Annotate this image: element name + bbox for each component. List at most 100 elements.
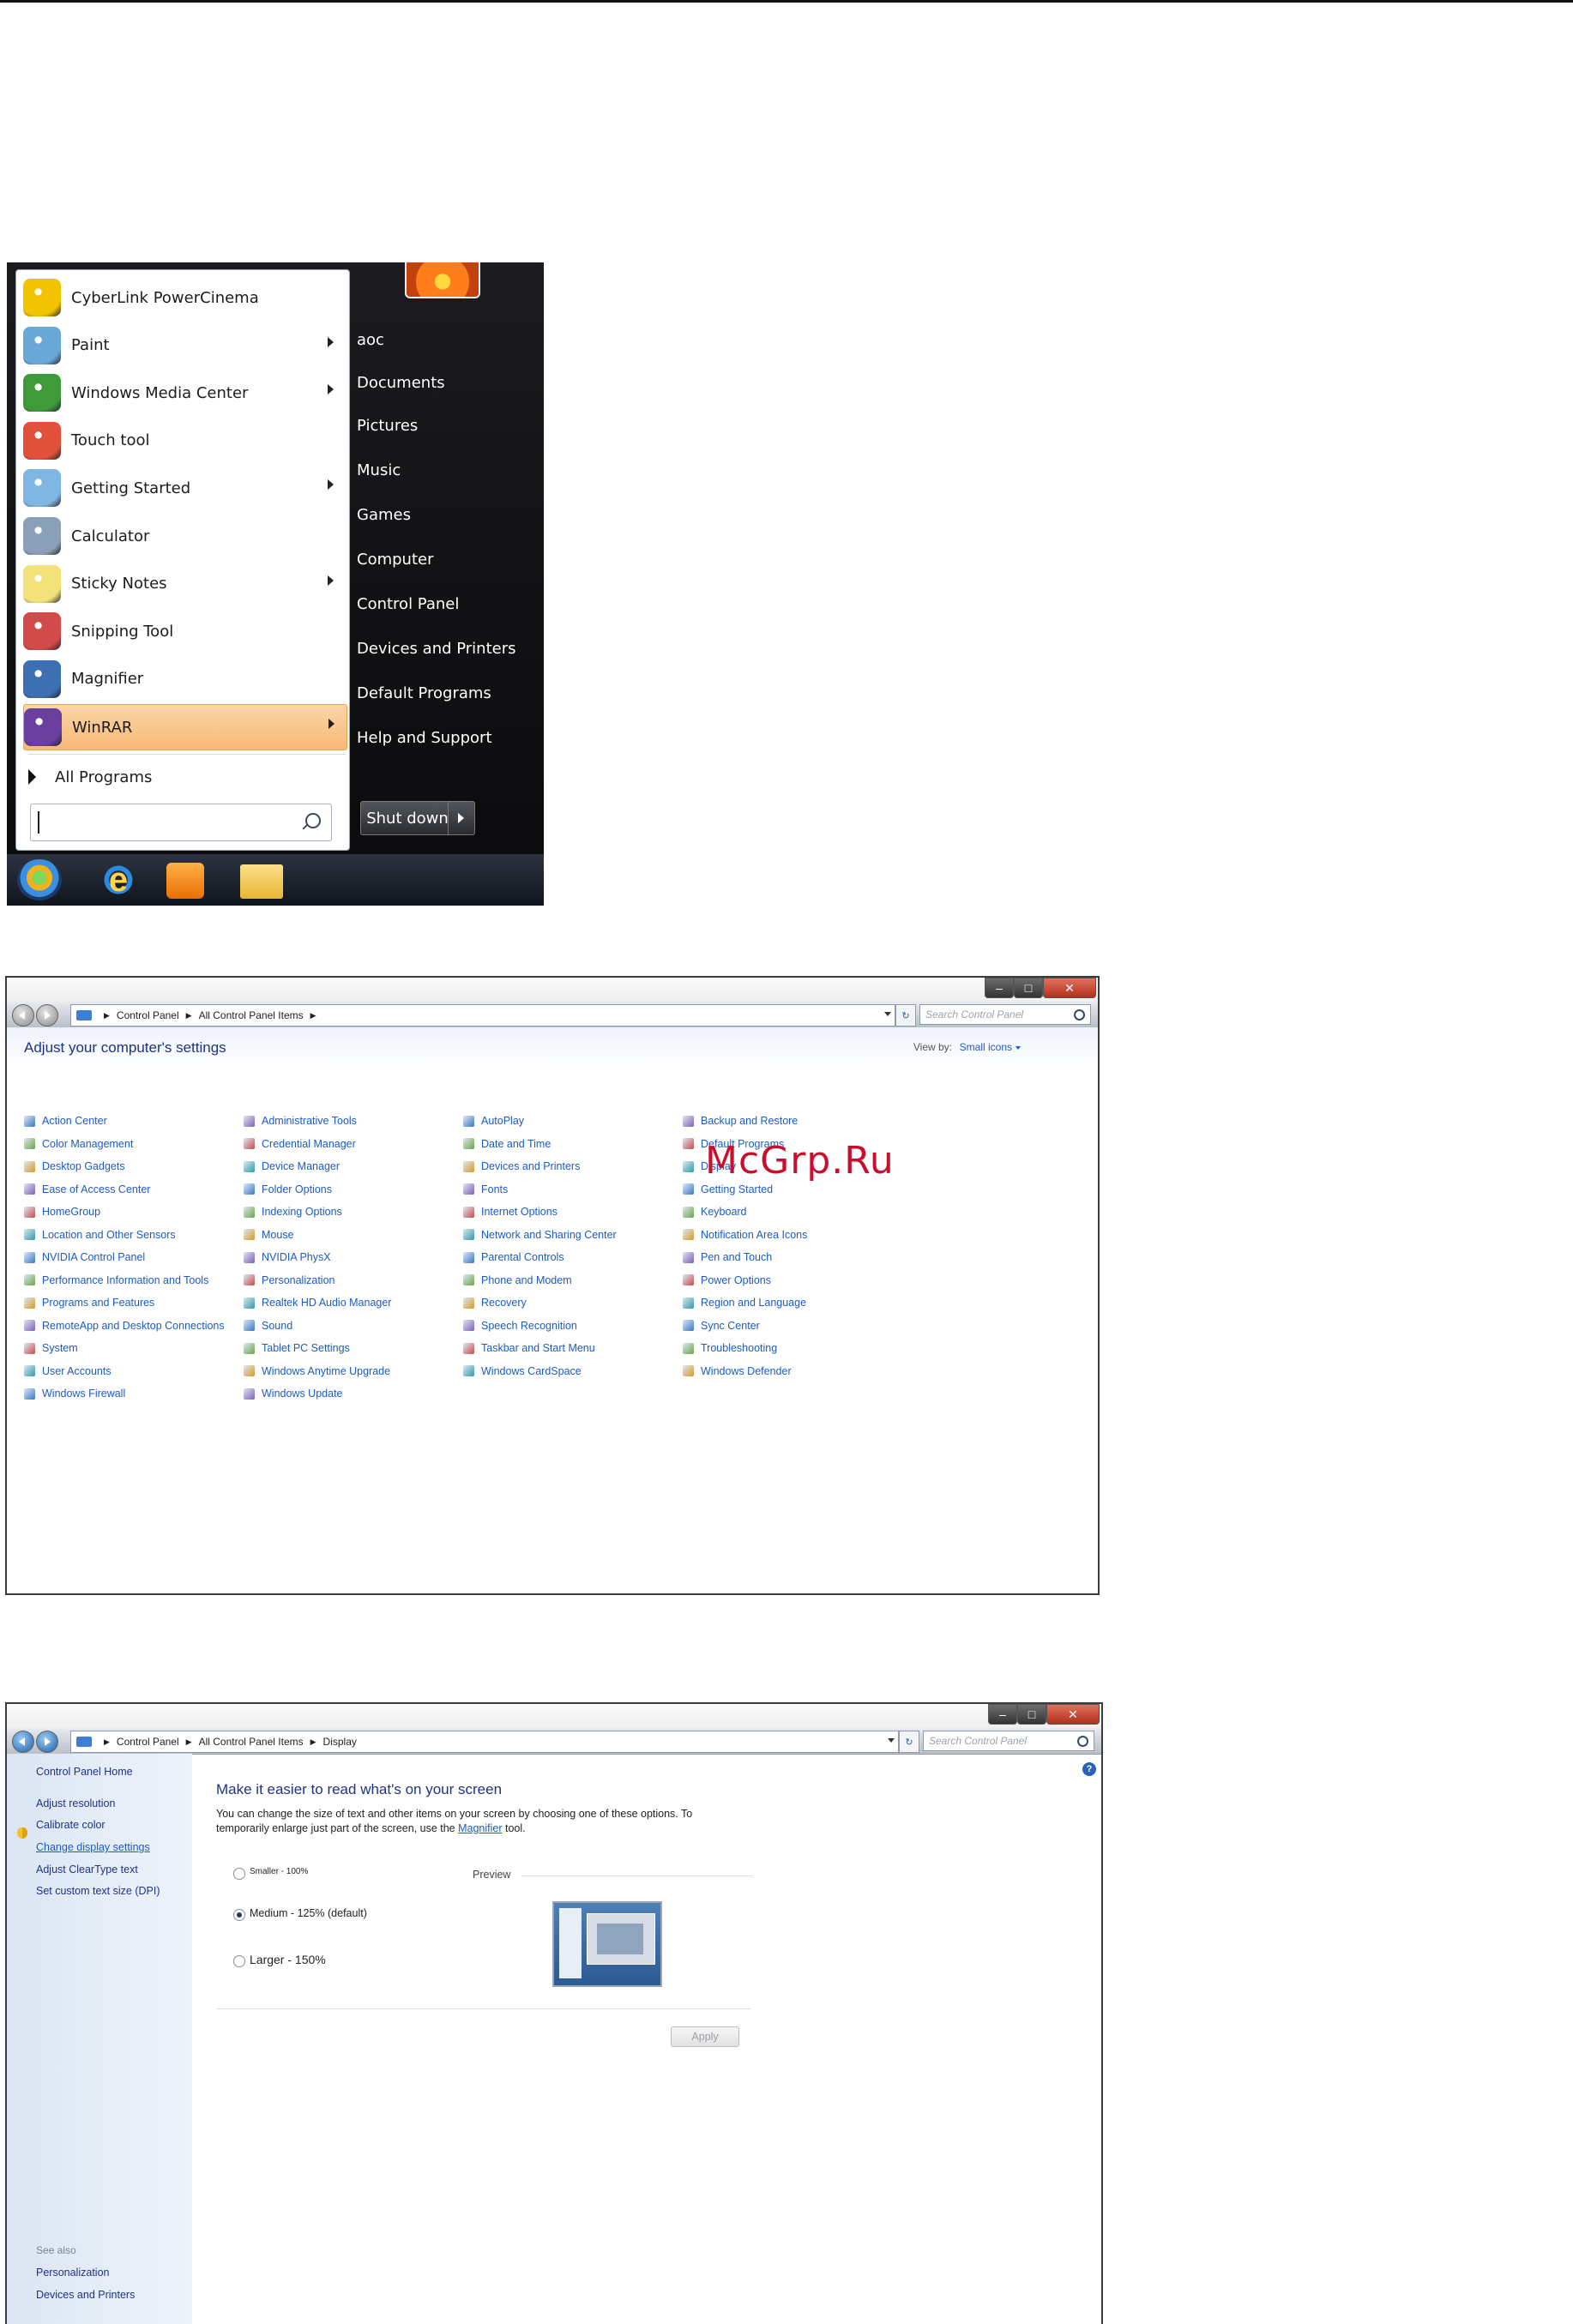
control-panel-item[interactable]: Internet Options <box>463 1201 683 1224</box>
breadcrumb-item[interactable]: All Control Panel Items <box>199 1009 304 1021</box>
breadcrumb-item[interactable]: Control Panel <box>117 1009 179 1021</box>
control-panel-item[interactable]: Notification Area Icons <box>683 1224 902 1247</box>
control-panel-item[interactable]: Windows Firewall <box>24 1382 244 1406</box>
minimize-button[interactable]: – <box>988 1704 1017 1725</box>
control-panel-item[interactable]: Device Manager <box>244 1155 463 1178</box>
control-panel-item[interactable]: Indexing Options <box>244 1201 463 1224</box>
submenu-arrow-icon[interactable] <box>328 719 334 730</box>
control-panel-item[interactable]: NVIDIA PhysX <box>244 1246 463 1269</box>
control-panel-item[interactable]: Speech Recognition <box>463 1315 683 1338</box>
control-panel-item[interactable]: Phone and Modem <box>463 1269 683 1292</box>
close-button[interactable]: ✕ <box>1043 978 1096 998</box>
breadcrumb[interactable]: ▶ Control Panel ▶ All Control Panel Item… <box>70 1004 895 1027</box>
control-panel-item[interactable]: Ease of Access Center <box>24 1178 244 1201</box>
history-dropdown-icon[interactable] <box>888 1738 895 1743</box>
shut-down-options-button[interactable] <box>448 801 475 835</box>
control-panel-item[interactable]: Keyboard <box>683 1201 902 1224</box>
control-panel-item[interactable]: Power Options <box>683 1269 902 1292</box>
control-panel-item[interactable]: Desktop Gadgets <box>24 1155 244 1178</box>
control-panel-item[interactable]: User Accounts <box>24 1360 244 1383</box>
sidebar-link[interactable]: Set custom text size (DPI) <box>36 1885 160 1897</box>
shut-down-button[interactable]: Shut down <box>360 801 455 835</box>
start-place-link[interactable]: Default Programs <box>357 684 491 702</box>
start-place-link[interactable]: Control Panel <box>357 595 459 613</box>
breadcrumb-item[interactable]: All Control Panel Items <box>199 1736 304 1748</box>
control-panel-item[interactable]: Windows Defender <box>683 1360 902 1383</box>
control-panel-item[interactable]: Region and Language <box>683 1291 902 1315</box>
start-program-item[interactable]: CyberLink PowerCinema <box>23 275 346 320</box>
back-button[interactable] <box>12 1004 34 1027</box>
start-program-item[interactable]: Paint <box>23 323 346 368</box>
control-panel-item[interactable]: Devices and Printers <box>463 1155 683 1178</box>
start-program-item[interactable]: Touch tool <box>23 418 346 463</box>
start-program-item[interactable]: Windows Media Center <box>23 370 346 415</box>
radio-smaller[interactable] <box>233 1868 245 1880</box>
forward-button[interactable] <box>36 1731 58 1753</box>
start-program-item[interactable]: Getting Started <box>23 466 346 510</box>
control-panel-item[interactable]: Pen and Touch <box>683 1246 902 1269</box>
breadcrumb-item[interactable]: Control Panel <box>117 1736 179 1748</box>
control-panel-item[interactable]: Parental Controls <box>463 1246 683 1269</box>
control-panel-item[interactable]: Realtek HD Audio Manager <box>244 1291 463 1315</box>
sidebar-control-panel-home[interactable]: Control Panel Home <box>36 1766 133 1778</box>
submenu-arrow-icon[interactable] <box>328 479 334 491</box>
back-button[interactable] <box>12 1731 34 1753</box>
control-panel-item[interactable]: Mouse <box>244 1224 463 1247</box>
see-also-link[interactable]: Personalization <box>36 2267 109 2279</box>
radio-medium[interactable] <box>233 1909 245 1921</box>
start-program-item[interactable]: Snipping Tool <box>23 609 346 653</box>
control-panel-item[interactable]: AutoPlay <box>463 1110 683 1133</box>
control-panel-item[interactable]: Action Center <box>24 1110 244 1133</box>
control-panel-item[interactable]: Color Management <box>24 1133 244 1156</box>
search-input[interactable]: Search Control Panel <box>919 1004 1091 1025</box>
control-panel-item[interactable]: Administrative Tools <box>244 1110 463 1133</box>
control-panel-item[interactable]: Troubleshooting <box>683 1337 902 1360</box>
start-place-link[interactable]: Pictures <box>357 417 418 435</box>
start-place-link[interactable]: Devices and Printers <box>357 640 516 658</box>
minimize-button[interactable]: – <box>985 978 1014 998</box>
control-panel-item[interactable]: NVIDIA Control Panel <box>24 1246 244 1269</box>
control-panel-item[interactable]: Sound <box>244 1315 463 1338</box>
close-button[interactable]: ✕ <box>1046 1704 1100 1725</box>
breadcrumb-item[interactable]: Display <box>323 1736 357 1748</box>
control-panel-item[interactable]: Tablet PC Settings <box>244 1337 463 1360</box>
radio-larger[interactable] <box>233 1955 245 1967</box>
submenu-arrow-icon[interactable] <box>328 384 334 395</box>
submenu-arrow-icon[interactable] <box>328 336 334 347</box>
control-panel-item[interactable]: Windows CardSpace <box>463 1360 683 1383</box>
start-program-item[interactable]: WinRAR <box>23 704 347 751</box>
sidebar-link[interactable]: Adjust resolution <box>36 1797 115 1809</box>
history-dropdown-icon[interactable] <box>884 1012 891 1016</box>
maximize-button[interactable]: □ <box>1017 1704 1046 1725</box>
refresh-button[interactable]: ↻ <box>895 1004 916 1027</box>
control-panel-item[interactable]: Personalization <box>244 1269 463 1292</box>
start-program-item[interactable]: Sticky Notes <box>23 562 346 606</box>
start-place-link[interactable]: Games <box>357 506 411 524</box>
control-panel-item[interactable]: Backup and Restore <box>683 1110 902 1133</box>
help-icon[interactable]: ? <box>1082 1762 1096 1776</box>
start-place-link[interactable]: Help and Support <box>357 729 492 747</box>
start-place-link[interactable]: Music <box>357 461 401 479</box>
explorer-folder-icon[interactable] <box>240 864 283 899</box>
control-panel-item[interactable]: Credential Manager <box>244 1133 463 1156</box>
control-panel-item[interactable]: Recovery <box>463 1291 683 1315</box>
control-panel-item[interactable]: Location and Other Sensors <box>24 1224 244 1247</box>
start-program-item[interactable]: Calculator <box>23 514 346 558</box>
submenu-arrow-icon[interactable] <box>328 575 334 586</box>
search-input[interactable]: Search Control Panel <box>923 1731 1094 1751</box>
control-panel-item[interactable]: Folder Options <box>244 1178 463 1201</box>
sidebar-link-current[interactable]: Change display settings <box>36 1841 150 1853</box>
control-panel-item[interactable]: Fonts <box>463 1178 683 1201</box>
magnifier-link[interactable]: Magnifier <box>458 1822 502 1834</box>
control-panel-item[interactable]: System <box>24 1337 244 1360</box>
control-panel-item[interactable]: Taskbar and Start Menu <box>463 1337 683 1360</box>
control-panel-item[interactable]: Network and Sharing Center <box>463 1224 683 1247</box>
start-place-link[interactable]: aoc <box>357 331 384 349</box>
start-place-link[interactable]: Computer <box>357 551 433 569</box>
start-program-item[interactable]: Magnifier <box>23 657 346 701</box>
start-orb-icon[interactable] <box>17 859 62 900</box>
all-programs-button[interactable]: All Programs <box>28 761 152 793</box>
control-panel-item[interactable]: Windows Anytime Upgrade <box>244 1360 463 1383</box>
start-search-input[interactable] <box>30 804 332 841</box>
view-by-dropdown[interactable]: Small icons <box>960 1041 1021 1053</box>
